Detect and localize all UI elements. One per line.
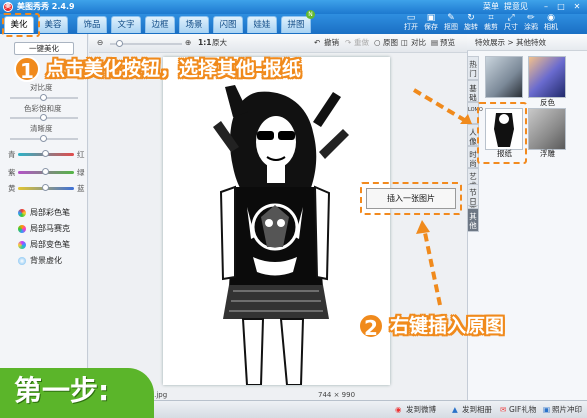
annotation-arrows: [412, 88, 472, 306]
step-title: 第一步:: [14, 374, 110, 407]
step2-instruction: 右键插入原图: [390, 315, 505, 337]
step2-number: 2: [358, 313, 384, 340]
